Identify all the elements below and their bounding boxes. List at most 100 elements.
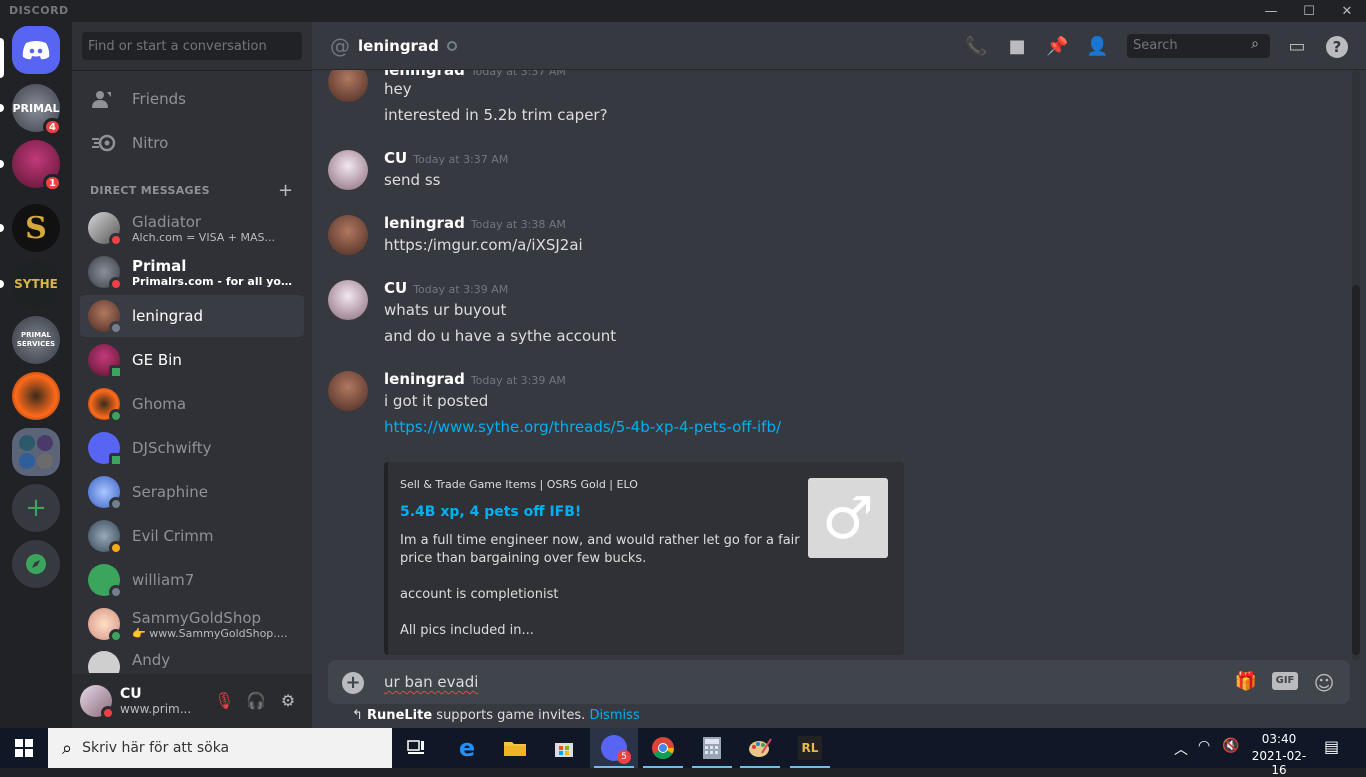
dm-item-seraphine[interactable]: Seraphine [80, 471, 304, 513]
dm-item-william7[interactable]: william7 [80, 559, 304, 601]
nav-nitro[interactable]: Nitro [80, 122, 304, 164]
dm-item-primal[interactable]: Primal Primalrs.com - for all you... [80, 251, 304, 293]
message-author[interactable]: leningrad [384, 214, 465, 232]
nav-label: Nitro [132, 134, 169, 152]
message-text: send ss [384, 171, 441, 189]
dm-name: Ghoma [132, 395, 187, 413]
message-author[interactable]: leningrad [384, 70, 465, 79]
scrollbar-thumb[interactable] [1352, 285, 1360, 655]
message-text: https:/imgur.com/a/iXSJ2ai [384, 236, 583, 254]
discord-taskbar-icon[interactable]: 5 [590, 728, 638, 768]
avatar[interactable] [328, 70, 368, 102]
upload-plus-icon[interactable]: + [342, 672, 364, 694]
guild-fire[interactable] [12, 372, 60, 420]
avatar [88, 432, 123, 467]
store-icon[interactable] [540, 728, 588, 768]
edge-icon[interactable]: e [443, 728, 491, 768]
task-view-icon[interactable] [392, 728, 440, 768]
status-offline [109, 585, 123, 599]
dm-item-ge-bin[interactable]: GE Bin [80, 339, 304, 381]
message-link[interactable]: https://www.sythe.org/threads/5-4b-xp-4-… [384, 418, 781, 436]
status-mobile [109, 365, 123, 379]
show-hidden-icons-chevron-icon[interactable]: ︿ [1174, 739, 1188, 759]
nav-friends[interactable]: Friends [80, 78, 304, 120]
guild-sythe[interactable]: SYTHE [12, 260, 60, 308]
dm-name: william7 [132, 571, 195, 589]
headphones-icon[interactable]: 🎧 [246, 691, 266, 711]
embed-thumbnail[interactable]: ♂ [808, 478, 888, 558]
settings-gear-icon[interactable]: ⚙ [278, 691, 298, 711]
explore-servers-button[interactable] [12, 540, 60, 588]
status-offline [446, 40, 457, 51]
clock-time[interactable]: 03:40 [1250, 732, 1308, 746]
add-server-button[interactable]: + [12, 484, 60, 532]
embed-title[interactable]: 5.4B xp, 4 pets off IFB! [400, 504, 581, 520]
male-symbol-icon: ♂ [822, 484, 874, 552]
embed-provider[interactable]: Sell & Trade Game Items | OSRS Gold | EL… [400, 478, 638, 491]
message-author[interactable]: leningrad [384, 370, 465, 388]
home-button[interactable] [12, 26, 60, 74]
status-idle [109, 541, 123, 555]
message-input[interactable]: ur ban evadi [384, 673, 478, 691]
pin-icon[interactable]: 📌 [1046, 36, 1068, 57]
dm-item-ghoma[interactable]: Ghoma [80, 383, 304, 425]
return-arrow-icon: ↰ [352, 708, 363, 723]
minimize-button[interactable]: — [1252, 0, 1290, 22]
dm-item-leningrad[interactable]: leningrad [80, 295, 304, 337]
dm-item-andy[interactable]: Andy [80, 647, 304, 673]
avatar[interactable] [328, 371, 368, 411]
guild-ge-bin[interactable]: 1 [12, 140, 62, 192]
paint-icon[interactable] [736, 728, 784, 768]
status-dnd [101, 706, 115, 720]
start-button[interactable] [0, 728, 48, 768]
maximize-button[interactable]: ☐ [1290, 0, 1328, 22]
create-dm-button[interactable]: + [278, 180, 293, 201]
divider [72, 70, 312, 71]
dm-item-evil-crimm[interactable]: Evil Crimm [80, 515, 304, 557]
find-conversation-button[interactable]: Find or start a conversation [82, 32, 302, 60]
guild-s[interactable]: S [12, 204, 60, 252]
video-call-icon[interactable]: ■ [1006, 36, 1028, 57]
message-author[interactable]: CU [384, 279, 407, 297]
mute-mic-icon[interactable]: 🎙 [214, 691, 234, 711]
emoji-icon[interactable]: ☺ [1312, 671, 1336, 695]
gift-icon[interactable]: 🎁 [1234, 671, 1258, 693]
file-explorer-icon[interactable] [491, 728, 539, 768]
dm-item-gladiator[interactable]: Gladiator Alch.com = VISA + MAS... [80, 207, 304, 249]
server-list: PRIMAL 4 1 S SYTHE PRIMAL SERVICES + [0, 22, 72, 728]
wifi-icon[interactable]: ◠ [1198, 738, 1210, 754]
dm-name: Andy [132, 651, 171, 669]
guild-primal-services[interactable]: PRIMAL SERVICES [12, 316, 60, 364]
chrome-icon[interactable] [639, 728, 687, 768]
user-avatar[interactable] [80, 685, 115, 720]
clock-date[interactable]: 2021-02-16 [1246, 749, 1312, 777]
avatar [88, 651, 120, 673]
dismiss-link[interactable]: Dismiss [589, 708, 639, 723]
taskbar-badge: 5 [617, 750, 631, 764]
taskbar-search[interactable]: ⌕ Skriv här för att söka [48, 728, 392, 768]
runelite-icon[interactable]: RL [786, 728, 834, 768]
voice-call-icon[interactable]: 📞 [965, 36, 987, 57]
avatar[interactable] [328, 150, 368, 190]
scrollbar[interactable] [1352, 70, 1360, 660]
message-timestamp: Today at 3:39 AM [413, 283, 509, 296]
calculator-icon[interactable] [688, 728, 736, 768]
close-button[interactable]: ✕ [1328, 0, 1366, 22]
friends-icon [88, 83, 120, 115]
help-icon[interactable]: ? [1326, 36, 1348, 58]
message-text: and do u have a sythe account [384, 327, 617, 345]
volume-muted-icon[interactable]: 🔇 [1222, 738, 1239, 754]
message-author[interactable]: CU [384, 149, 407, 167]
guild-primal[interactable]: PRIMAL 4 [12, 84, 62, 136]
dm-item-djschwifty[interactable]: DJSchwifty [80, 427, 304, 469]
avatar[interactable] [328, 215, 368, 255]
guild-folder[interactable] [12, 428, 60, 476]
mention-badge: 4 [43, 118, 62, 136]
avatar[interactable] [328, 280, 368, 320]
notifications-icon[interactable]: ▤ [1324, 737, 1339, 756]
gif-button[interactable]: GIF [1272, 672, 1298, 690]
nitro-icon [88, 127, 120, 159]
add-friend-icon[interactable]: 👤 [1086, 36, 1108, 57]
inbox-icon[interactable]: ▭ [1286, 36, 1308, 57]
dm-item-sammygoldshop[interactable]: SammyGoldShop 👉 www.SammyGoldShop.c... [80, 603, 304, 645]
